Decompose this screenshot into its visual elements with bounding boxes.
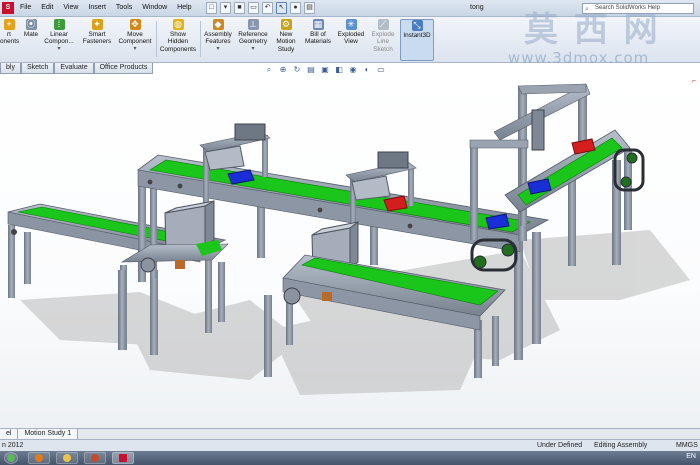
menu-window[interactable]: Window: [142, 4, 167, 11]
options-icon[interactable]: ▤: [304, 2, 315, 14]
status-bar: n 2012 Under Defined Editing Assembly MM…: [0, 439, 700, 451]
watermark-logo: 莫 西 网: [524, 10, 660, 50]
assembly-features-icon: ◆: [212, 19, 224, 30]
status-editing: Editing Assembly: [594, 442, 648, 449]
command-manager-tabs: bly Sketch Evaluate Office Products: [0, 63, 154, 74]
smart-fasteners-icon: ✦: [91, 19, 103, 30]
browser-taskbar-icon[interactable]: [28, 452, 50, 464]
tab-model[interactable]: el: [0, 429, 19, 439]
exploded-view-button[interactable]: ✳ Exploded View: [335, 19, 367, 46]
menu-view[interactable]: View: [63, 4, 78, 11]
menu-bar: File Edit View Insert Tools Window Help: [20, 4, 192, 11]
chevron-down-icon[interactable]: ▾: [116, 46, 154, 53]
chevron-down-icon[interactable]: ▾: [202, 46, 234, 53]
reference-geometry-icon: ⟂: [247, 19, 259, 30]
select-icon[interactable]: ↖: [276, 2, 287, 14]
rebuild-icon[interactable]: ●: [290, 2, 301, 14]
orientation-triad-icon: ⌐: [691, 78, 696, 85]
status-units[interactable]: MMGS: [676, 442, 698, 449]
chevron-down-icon[interactable]: ▾: [43, 46, 75, 53]
undo-icon[interactable]: ↶: [262, 2, 273, 14]
watermark-url: www.3dmox.com: [508, 49, 650, 67]
menu-tools[interactable]: Tools: [116, 4, 132, 11]
reference-geometry-button[interactable]: ⟂ Reference Geometry ▾: [236, 19, 270, 53]
mate-icon: ⦿: [25, 19, 37, 30]
graphics-area[interactable]: ⌐: [0, 74, 700, 428]
assembly-features-button[interactable]: ◆ Assembly Features ▾: [202, 19, 234, 53]
smart-fasteners-button[interactable]: ✦ Smart Fasteners: [80, 19, 114, 46]
exploded-view-icon: ✳: [345, 19, 357, 30]
save-icon[interactable]: ■: [234, 2, 245, 14]
insert-components-icon: +: [3, 19, 15, 30]
tab-sketch[interactable]: Sketch: [20, 63, 55, 74]
linear-pattern-icon: ⁞: [53, 19, 65, 30]
conveyor-assembly-model[interactable]: [0, 74, 700, 428]
status-version: n 2012: [2, 442, 24, 449]
show-hidden-components-button[interactable]: ◍ Show Hidden Components: [158, 19, 198, 53]
chevron-down-icon[interactable]: ▾: [236, 46, 270, 53]
ribbon-separator: [156, 21, 157, 57]
tab-office-products[interactable]: Office Products: [93, 63, 154, 74]
bill-of-materials-button[interactable]: ▦ Bill of Materials: [302, 19, 334, 46]
media-taskbar-icon[interactable]: [84, 452, 106, 464]
motion-study-icon: ⚙: [280, 19, 292, 30]
move-component-icon: ✥: [129, 19, 141, 30]
menu-file[interactable]: File: [20, 4, 31, 11]
solidworks-logo-icon[interactable]: S: [2, 2, 14, 14]
quick-access-toolbar: □ ▾ ■ ▭ ↶ ↖ ● ▤: [206, 2, 315, 14]
mate-button[interactable]: ⦿ Mate: [20, 19, 42, 38]
instant3d-button[interactable]: ⤡ Instant3D: [400, 19, 434, 61]
tab-motion-study-1[interactable]: Motion Study 1: [18, 429, 79, 439]
explode-line-sketch-button[interactable]: ⟋ Explode Line Sketch: [368, 19, 398, 53]
linear-component-pattern-button[interactable]: ⁞ Linear Compon... ▾: [43, 19, 75, 53]
insert-components-button[interactable]: + rt onents: [0, 19, 19, 46]
menu-help[interactable]: Help: [177, 4, 191, 11]
menu-edit[interactable]: Edit: [41, 4, 53, 11]
document-title: tong: [470, 4, 484, 11]
status-under-defined: Under Defined: [537, 442, 583, 449]
ribbon-separator: [200, 21, 201, 57]
model-tabs: el Motion Study 1: [0, 428, 700, 439]
explorer-taskbar-icon[interactable]: [56, 452, 78, 464]
start-button[interactable]: [4, 452, 18, 464]
show-hidden-icon: ◍: [172, 19, 184, 30]
new-motion-study-button[interactable]: ⚙ New Motion Study: [272, 19, 300, 53]
open-icon[interactable]: ▾: [220, 2, 231, 14]
instant3d-icon: ⤡: [411, 20, 423, 31]
explode-line-icon: ⟋: [377, 19, 389, 30]
print-icon[interactable]: ▭: [248, 2, 259, 14]
menu-insert[interactable]: Insert: [88, 4, 106, 11]
new-document-icon[interactable]: □: [206, 2, 217, 14]
tab-assembly[interactable]: bly: [0, 63, 21, 74]
language-indicator[interactable]: EN: [686, 453, 696, 460]
move-component-button[interactable]: ✥ Move Component ▾: [116, 19, 154, 53]
windows-taskbar: EN: [0, 451, 700, 465]
bill-of-materials-icon: ▦: [312, 19, 324, 30]
solidworks-taskbar-icon[interactable]: [112, 452, 134, 464]
tab-evaluate[interactable]: Evaluate: [54, 63, 94, 74]
